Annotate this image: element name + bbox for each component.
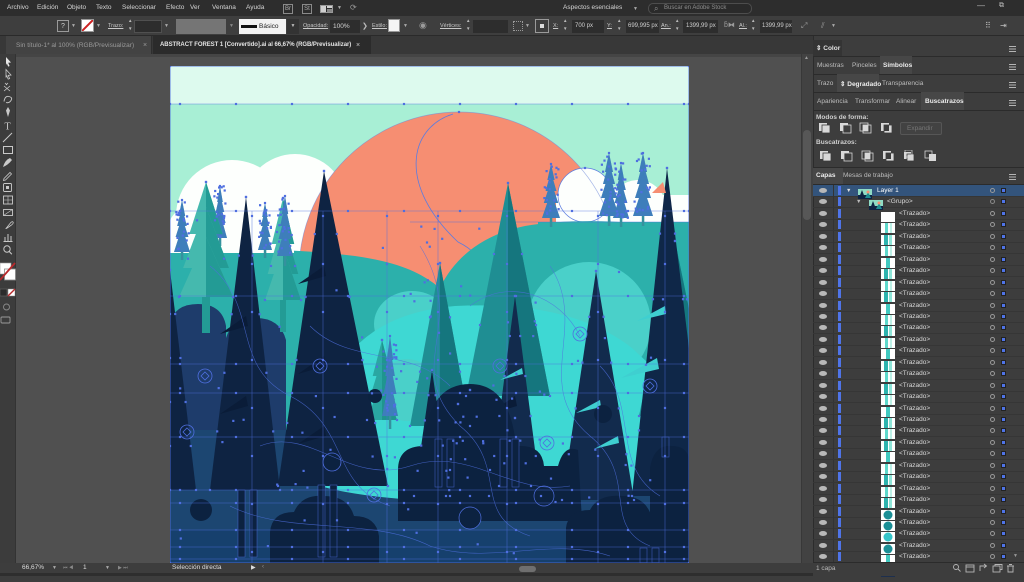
svg-text:T: T xyxy=(5,122,11,133)
